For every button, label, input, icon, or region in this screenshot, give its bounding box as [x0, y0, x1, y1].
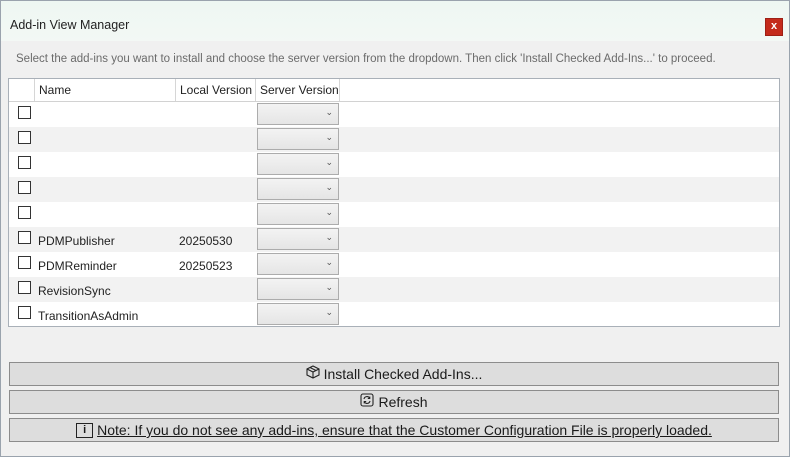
- instructions-text: Select the add-ins you want to install a…: [16, 53, 716, 65]
- table-row[interactable]: PDMPublisher 20250530 ⌄: [9, 227, 779, 252]
- table-row[interactable]: ⌄: [9, 202, 779, 227]
- window-title: Add-in View Manager: [10, 18, 130, 32]
- local-version-value: 20250530: [179, 234, 233, 248]
- header-name[interactable]: Name: [35, 79, 176, 101]
- chevron-down-icon: ⌄: [325, 157, 333, 167]
- table-row[interactable]: ⌄: [9, 152, 779, 177]
- add-ins-grid: Name Local Version Server Version ⌄ ⌄ ⌄ ⌄ ⌄ P…: [8, 78, 780, 327]
- row-checkbox[interactable]: [18, 156, 31, 169]
- server-version-dropdown[interactable]: ⌄: [257, 228, 339, 250]
- table-row[interactable]: TransitionAsAdmin ⌄: [9, 302, 779, 326]
- row-checkbox[interactable]: [18, 181, 31, 194]
- note-button[interactable]: i Note: If you do not see any add-ins, en…: [9, 418, 779, 442]
- header-server-version[interactable]: Server Version: [256, 79, 340, 101]
- table-row[interactable]: ⌄: [9, 127, 779, 152]
- package-icon: [306, 363, 320, 385]
- row-checkbox[interactable]: [18, 106, 31, 119]
- row-checkbox[interactable]: [18, 256, 31, 269]
- server-version-dropdown[interactable]: ⌄: [257, 203, 339, 225]
- addin-name: TransitionAsAdmin: [38, 309, 139, 323]
- server-version-dropdown[interactable]: ⌄: [257, 278, 339, 300]
- row-checkbox[interactable]: [18, 206, 31, 219]
- addin-name: PDMPublisher: [38, 234, 115, 248]
- row-checkbox[interactable]: [18, 131, 31, 144]
- chevron-down-icon: ⌄: [325, 282, 333, 292]
- server-version-dropdown[interactable]: ⌄: [257, 153, 339, 175]
- server-version-dropdown[interactable]: ⌄: [257, 128, 339, 150]
- refresh-label: Refresh: [378, 394, 428, 410]
- install-checked-label: Install Checked Add-Ins...: [323, 366, 483, 382]
- local-version-value: 20250523: [179, 259, 233, 273]
- table-row[interactable]: ⌄: [9, 102, 779, 127]
- title-bar: Add-in View Manager x: [1, 1, 789, 41]
- table-row[interactable]: RevisionSync ⌄: [9, 277, 779, 302]
- add-in-view-manager-window: Add-in View Manager x Select the add-ins…: [0, 0, 790, 457]
- addin-name: PDMReminder: [38, 259, 117, 273]
- grid-header: Name Local Version Server Version: [9, 79, 779, 102]
- chevron-down-icon: ⌄: [325, 232, 333, 242]
- chevron-down-icon: ⌄: [325, 107, 333, 117]
- info-icon: i: [76, 422, 94, 438]
- chevron-down-icon: ⌄: [325, 207, 333, 217]
- server-version-dropdown[interactable]: ⌄: [257, 178, 339, 200]
- install-checked-button[interactable]: Install Checked Add-Ins...: [9, 362, 779, 386]
- note-label: Note: If you do not see any add-ins, ens…: [97, 422, 712, 438]
- server-version-dropdown[interactable]: ⌄: [257, 303, 339, 325]
- header-local-version[interactable]: Local Version: [176, 79, 256, 101]
- header-checkbox-column: [9, 79, 35, 101]
- refresh-button[interactable]: Refresh: [9, 390, 779, 414]
- row-checkbox[interactable]: [18, 306, 31, 319]
- chevron-down-icon: ⌄: [325, 182, 333, 192]
- chevron-down-icon: ⌄: [325, 307, 333, 317]
- row-checkbox[interactable]: [18, 281, 31, 294]
- row-checkbox[interactable]: [18, 231, 31, 244]
- server-version-dropdown[interactable]: ⌄: [257, 103, 339, 125]
- table-row[interactable]: PDMReminder 20250523 ⌄: [9, 252, 779, 277]
- table-row[interactable]: ⌄: [9, 177, 779, 202]
- chevron-down-icon: ⌄: [325, 132, 333, 142]
- close-button[interactable]: x: [765, 18, 783, 36]
- server-version-dropdown[interactable]: ⌄: [257, 253, 339, 275]
- refresh-icon: [360, 391, 375, 413]
- addin-name: RevisionSync: [38, 284, 111, 298]
- chevron-down-icon: ⌄: [325, 257, 333, 267]
